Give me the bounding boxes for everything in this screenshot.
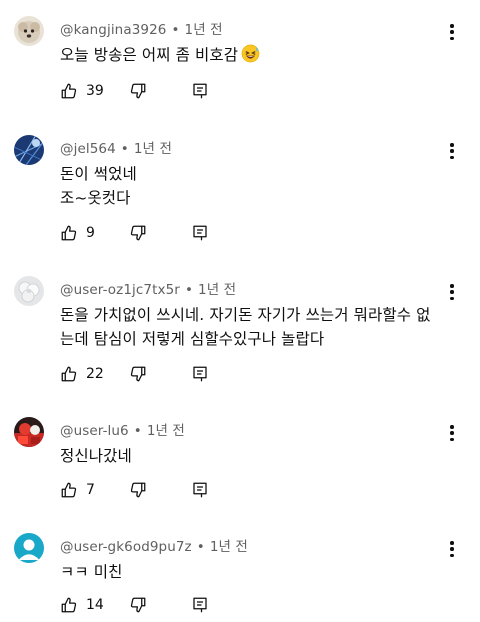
- reply-icon: [193, 83, 207, 99]
- comment-meta: @jel564 • 1년 전: [60, 141, 172, 157]
- comment-line: 오늘 방송은 어찌 좀 비호감: [60, 46, 239, 64]
- more-options-icon[interactable]: [444, 282, 460, 302]
- comment-text: ㅋㅋ 미친: [60, 560, 455, 584]
- thumb-up-icon: [61, 83, 77, 99]
- dislike-button[interactable]: [129, 365, 147, 383]
- reply-button[interactable]: [191, 365, 209, 383]
- like-button[interactable]: 7: [60, 481, 95, 499]
- like-count: 39: [86, 83, 104, 99]
- avatar[interactable]: [14, 533, 44, 563]
- like-button[interactable]: 22: [60, 365, 104, 383]
- thumb-up-icon: [61, 482, 77, 498]
- dislike-button[interactable]: [129, 82, 147, 100]
- like-button[interactable]: 14: [60, 596, 104, 614]
- avatar[interactable]: [14, 16, 44, 46]
- comment-time[interactable]: 1년 전: [198, 282, 236, 298]
- avatar[interactable]: [14, 135, 44, 165]
- like-count: 9: [86, 225, 95, 241]
- like-count: 22: [86, 366, 104, 382]
- thumb-up-icon: [61, 597, 77, 613]
- laughing-sweat-emoji-icon: [241, 44, 260, 70]
- comment-line: 정신나갔네: [60, 447, 132, 465]
- like-count: 7: [86, 482, 95, 498]
- thumb-up-icon: [61, 225, 77, 241]
- comment-meta: @kangjina3926 • 1년 전: [60, 22, 223, 38]
- reply-button[interactable]: [191, 224, 209, 242]
- username[interactable]: @kangjina3926: [60, 22, 166, 38]
- dislike-button[interactable]: [129, 596, 147, 614]
- dislike-button[interactable]: [129, 481, 147, 499]
- comment-line: 돈을 가치없이 쓰시네. 자기돈 자기가 쓰는거 뭐라할수 없: [60, 306, 431, 324]
- comment-text: 오늘 방송은 어찌 좀 비호감: [60, 43, 455, 70]
- comment-time[interactable]: 1년 전: [185, 22, 223, 38]
- avatar[interactable]: [14, 276, 44, 306]
- more-options-icon[interactable]: [444, 141, 460, 161]
- comment-time[interactable]: 1년 전: [210, 539, 248, 555]
- comment-text: 돈을 가치없이 쓰시네. 자기돈 자기가 쓰는거 뭐라할수 없 는데 탐심이 저…: [60, 303, 455, 351]
- reply-button[interactable]: [191, 481, 209, 499]
- reply-button[interactable]: [191, 596, 209, 614]
- reply-icon: [193, 482, 207, 498]
- like-button[interactable]: 9: [60, 224, 95, 242]
- username[interactable]: @user-oz1jc7tx5r: [60, 282, 180, 298]
- reply-icon: [193, 597, 207, 613]
- thumb-down-icon: [130, 366, 146, 382]
- username[interactable]: @user-gk6od9pu7z: [60, 539, 192, 555]
- comment-line: ㅋㅋ 미친: [60, 563, 123, 581]
- thumb-down-icon: [130, 225, 146, 241]
- reply-icon: [193, 366, 207, 382]
- username[interactable]: @user-lu6: [60, 423, 129, 439]
- comment-time[interactable]: 1년 전: [134, 141, 172, 157]
- like-button[interactable]: 39: [60, 82, 104, 100]
- comment-time[interactable]: 1년 전: [147, 423, 185, 439]
- comment-line: 는데 탐심이 저렇게 심할수있구나 놀랍다: [60, 330, 325, 348]
- dislike-button[interactable]: [129, 224, 147, 242]
- thumb-down-icon: [130, 482, 146, 498]
- comment-text: 돈이 썩었네 조~옷컷다: [60, 162, 455, 210]
- comment-meta: @user-gk6od9pu7z • 1년 전: [60, 539, 248, 555]
- comment-meta: @user-oz1jc7tx5r • 1년 전: [60, 282, 237, 298]
- comment-line: 돈이 썩었네: [60, 165, 137, 183]
- comment-text: 정신나갔네: [60, 444, 455, 468]
- thumb-down-icon: [130, 597, 146, 613]
- avatar[interactable]: [14, 417, 44, 447]
- comment-meta: @user-lu6 • 1년 전: [60, 423, 185, 439]
- more-options-icon[interactable]: [444, 539, 460, 559]
- reply-icon: [193, 225, 207, 241]
- thumb-down-icon: [130, 83, 146, 99]
- reply-button[interactable]: [191, 82, 209, 100]
- thumb-up-icon: [61, 366, 77, 382]
- more-options-icon[interactable]: [444, 423, 460, 443]
- more-options-icon[interactable]: [444, 22, 460, 42]
- username[interactable]: @jel564: [60, 141, 116, 157]
- comment-line: 조~옷컷다: [60, 189, 131, 207]
- like-count: 14: [86, 597, 104, 613]
